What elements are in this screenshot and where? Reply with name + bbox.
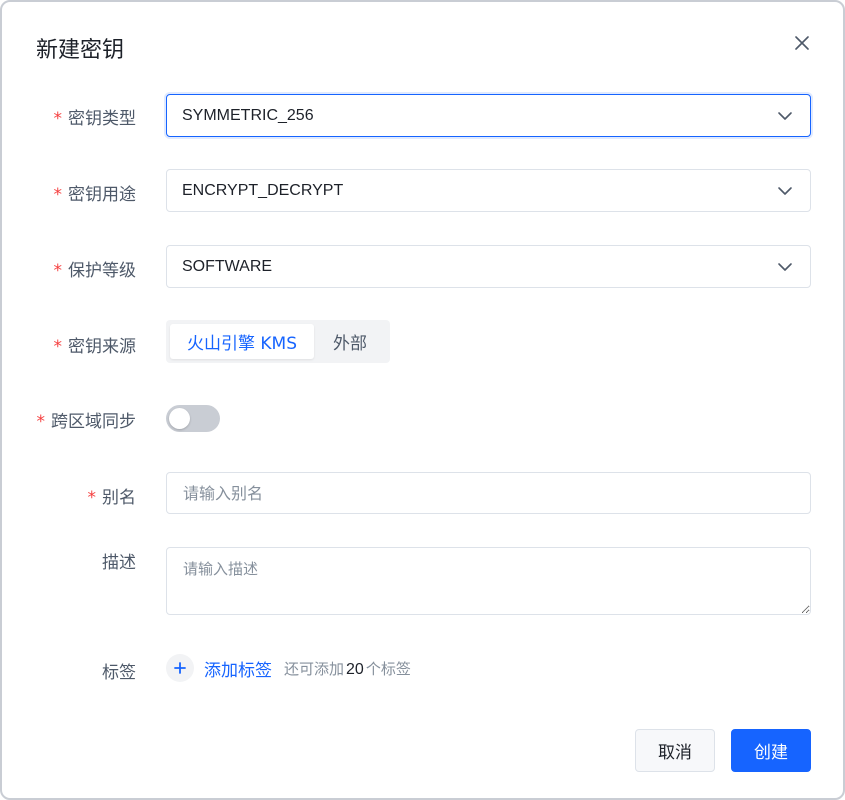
origin-option-external[interactable]: 外部 <box>314 324 386 359</box>
key-spec-label-text: 密钥类型 <box>68 109 136 129</box>
key-spec-value: SYMMETRIC_256 <box>182 106 314 124</box>
required-mark: * <box>36 412 46 432</box>
key-usage-label: * 密钥用途 <box>54 180 137 205</box>
tags-remaining-hint: 还可添加 20 个标签 <box>284 658 411 679</box>
dialog-title: 新建密钥 <box>36 38 125 63</box>
required-mark: * <box>53 261 63 281</box>
key-usage-value: ENCRYPT_DECRYPT <box>182 181 344 199</box>
required-mark: * <box>53 337 63 357</box>
key-usage-label-text: 密钥用途 <box>68 185 136 205</box>
tags-hint-suffix: 个标签 <box>365 659 411 678</box>
origin-option-volcengine-kms[interactable]: 火山引擎 KMS <box>170 324 314 359</box>
multi-region-label-text: 跨区域同步 <box>51 412 136 432</box>
origin-segmented-control: 火山引擎 KMS 外部 <box>166 320 390 363</box>
create-key-dialog: 新建密钥 * 密钥类型 SYMMETRIC_256 * 密钥用途 ENCRYPT_D… <box>0 0 845 800</box>
required-mark: * <box>87 488 97 508</box>
chevron-down-icon <box>778 187 792 195</box>
add-tag-button[interactable]: 添加标签 <box>204 656 272 681</box>
required-mark: * <box>53 185 63 205</box>
tags-remaining-count: 20 <box>346 660 364 678</box>
key-spec-select[interactable]: SYMMETRIC_256 <box>166 94 811 137</box>
required-mark: * <box>53 109 63 129</box>
alias-label-text: 别名 <box>102 488 136 508</box>
tags-label: 标签 <box>102 663 136 683</box>
toggle-knob <box>169 408 190 429</box>
protection-level-label: * 保护等级 <box>54 256 137 281</box>
origin-label-text: 密钥来源 <box>68 337 136 357</box>
protection-level-select[interactable]: SOFTWARE <box>166 245 811 288</box>
alias-input[interactable] <box>166 472 811 514</box>
description-label: 描述 <box>102 553 136 573</box>
multi-region-toggle[interactable] <box>166 405 220 432</box>
chevron-down-icon <box>778 263 792 271</box>
multi-region-label: * 跨区域同步 <box>37 407 137 432</box>
description-textarea[interactable] <box>166 547 811 615</box>
tags-row: 添加标签 还可添加 20 个标签 <box>166 654 411 682</box>
key-usage-select[interactable]: ENCRYPT_DECRYPT <box>166 169 811 212</box>
cancel-button[interactable]: 取消 <box>635 729 715 772</box>
plus-icon[interactable] <box>166 654 194 682</box>
create-button[interactable]: 创建 <box>731 729 811 772</box>
protection-level-label-text: 保护等级 <box>68 261 136 281</box>
alias-label: * 别名 <box>88 483 137 508</box>
origin-label: * 密钥来源 <box>54 332 137 357</box>
chevron-down-icon <box>778 112 792 120</box>
tags-hint-prefix: 还可添加 <box>284 659 345 678</box>
protection-level-value: SOFTWARE <box>182 257 273 275</box>
close-icon[interactable] <box>790 31 814 55</box>
key-spec-label: * 密钥类型 <box>54 104 137 129</box>
